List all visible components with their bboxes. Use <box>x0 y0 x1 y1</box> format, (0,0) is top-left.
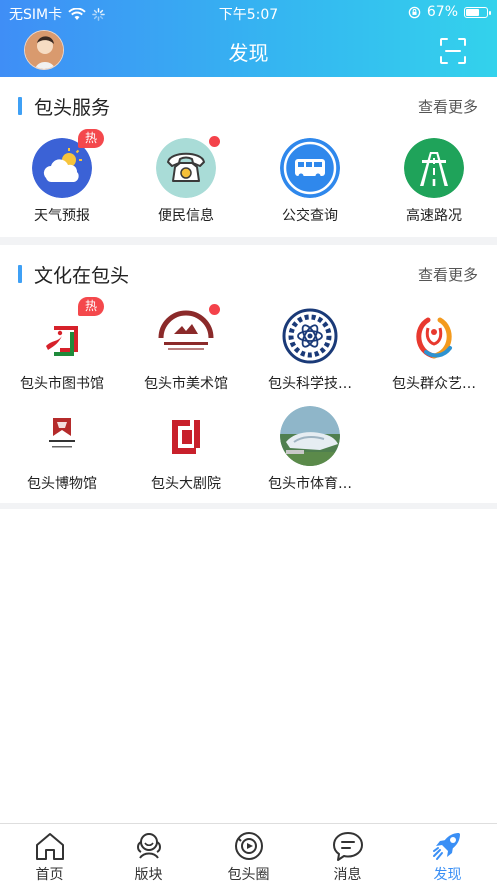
grid-item-label: 高速路况 <box>406 208 462 224</box>
grid-item-label: 包头群众艺… <box>392 376 476 392</box>
tab-board[interactable]: 版块 <box>99 824 198 883</box>
grid-item-public-info[interactable]: 便民信息 <box>124 136 248 234</box>
grid-item-label: 公交查询 <box>282 208 338 224</box>
museum-logo <box>32 406 92 466</box>
bottom-tab-bar: 首页 版块 包头圈 消息 发现 <box>0 823 497 883</box>
section-header: 文化在包头 查看更多 <box>0 245 497 287</box>
grand-theater-logo <box>156 406 216 466</box>
grid-item-art-museum[interactable]: 包头市美术馆 <box>124 304 248 402</box>
grid-item-label: 便民信息 <box>158 208 214 224</box>
section-culture-in-baotou: 文化在包头 查看更多 热 包头市图书馆 包头市美术馆 包头科学技… 包头群众艺…… <box>0 245 497 503</box>
grid-item-library[interactable]: 热 包头市图书馆 <box>0 297 124 402</box>
grid-item-sports-center[interactable]: 包头市体育… <box>248 406 372 502</box>
grid-item-label: 天气预报 <box>34 208 90 224</box>
telephone-icon <box>156 138 216 198</box>
scan-qr-icon[interactable] <box>439 37 467 65</box>
science-museum-logo <box>282 308 338 364</box>
see-more-link[interactable]: 查看更多 <box>418 96 478 117</box>
tab-label: 发现 <box>433 867 462 883</box>
grid-item-label: 包头市美术馆 <box>144 376 228 392</box>
grid-item-label: 包头科学技… <box>268 376 352 392</box>
tab-label: 首页 <box>35 867 64 883</box>
section-header: 包头服务 查看更多 <box>0 77 497 119</box>
tab-label: 消息 <box>333 867 362 883</box>
tab-label: 包头圈 <box>227 867 270 883</box>
battery-percent: 67% <box>426 4 458 20</box>
status-bar: 无SIM卡 下午5:07 67% <box>0 0 497 26</box>
section-accent-bar <box>18 97 22 115</box>
art-museum-logo <box>156 306 216 366</box>
notification-dot <box>209 304 220 315</box>
hot-badge: 热 <box>78 297 105 316</box>
see-more-link[interactable]: 查看更多 <box>418 264 478 285</box>
hot-badge: 热 <box>78 129 105 148</box>
section-title: 包头服务 <box>34 97 111 119</box>
grid-item-grand-theater[interactable]: 包头大剧院 <box>124 406 248 502</box>
grid-item-label: 包头市图书馆 <box>20 376 104 392</box>
section-title: 文化在包头 <box>34 265 130 287</box>
bus-icon <box>280 138 340 198</box>
message-icon <box>333 832 363 861</box>
battery-icon <box>464 6 491 18</box>
section-divider <box>0 237 497 245</box>
tab-home[interactable]: 首页 <box>0 824 99 883</box>
section-baotou-services: 包头服务 查看更多 热 天气预报 便民信息 公交查询 高速路况 <box>0 77 497 237</box>
app-header: 无SIM卡 下午5:07 67% 发现 <box>0 0 497 77</box>
grid-item-label: 包头大剧院 <box>151 476 221 492</box>
sports-center-photo <box>280 406 340 466</box>
tab-circle[interactable]: 包头圈 <box>199 824 298 883</box>
grid-item-bus[interactable]: 公交查询 <box>248 138 372 234</box>
notification-dot <box>209 136 220 147</box>
grid-item-label: 包头市体育… <box>268 476 352 492</box>
tab-messages[interactable]: 消息 <box>298 824 397 883</box>
section-accent-bar <box>18 265 22 283</box>
tab-discover[interactable]: 发现 <box>398 824 497 883</box>
grid-item-mass-art-center[interactable]: 包头群众艺… <box>372 306 496 402</box>
discover-rocket-icon <box>433 833 460 860</box>
board-icon <box>137 833 161 859</box>
grid-item-science-museum[interactable]: 包头科学技… <box>248 306 372 402</box>
grid-item-label: 包头博物馆 <box>27 476 97 492</box>
highway-icon <box>404 138 464 198</box>
grid-item-museum[interactable]: 包头博物馆 <box>0 406 124 502</box>
circle-icon <box>235 832 263 860</box>
orientation-lock-icon <box>408 6 421 18</box>
nav-bar: 发现 <box>0 26 497 77</box>
page-title: 发现 <box>228 41 269 65</box>
tab-label: 版块 <box>134 867 163 883</box>
section-divider <box>0 503 497 509</box>
home-icon <box>36 833 64 860</box>
mass-art-center-logo <box>404 306 464 366</box>
grid-item-highway[interactable]: 高速路况 <box>372 138 496 234</box>
grid-item-weather[interactable]: 热 天气预报 <box>0 129 124 234</box>
